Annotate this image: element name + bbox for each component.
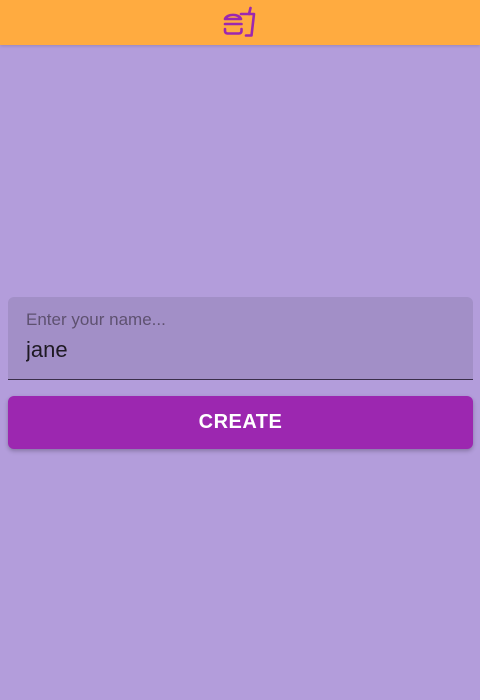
name-input[interactable] xyxy=(26,337,456,363)
fastfood-icon xyxy=(222,5,258,41)
name-field[interactable]: Enter your name... xyxy=(8,297,473,380)
app-bar xyxy=(0,0,480,45)
create-button[interactable]: CREATE xyxy=(8,396,473,449)
name-field-label: Enter your name... xyxy=(26,310,166,329)
